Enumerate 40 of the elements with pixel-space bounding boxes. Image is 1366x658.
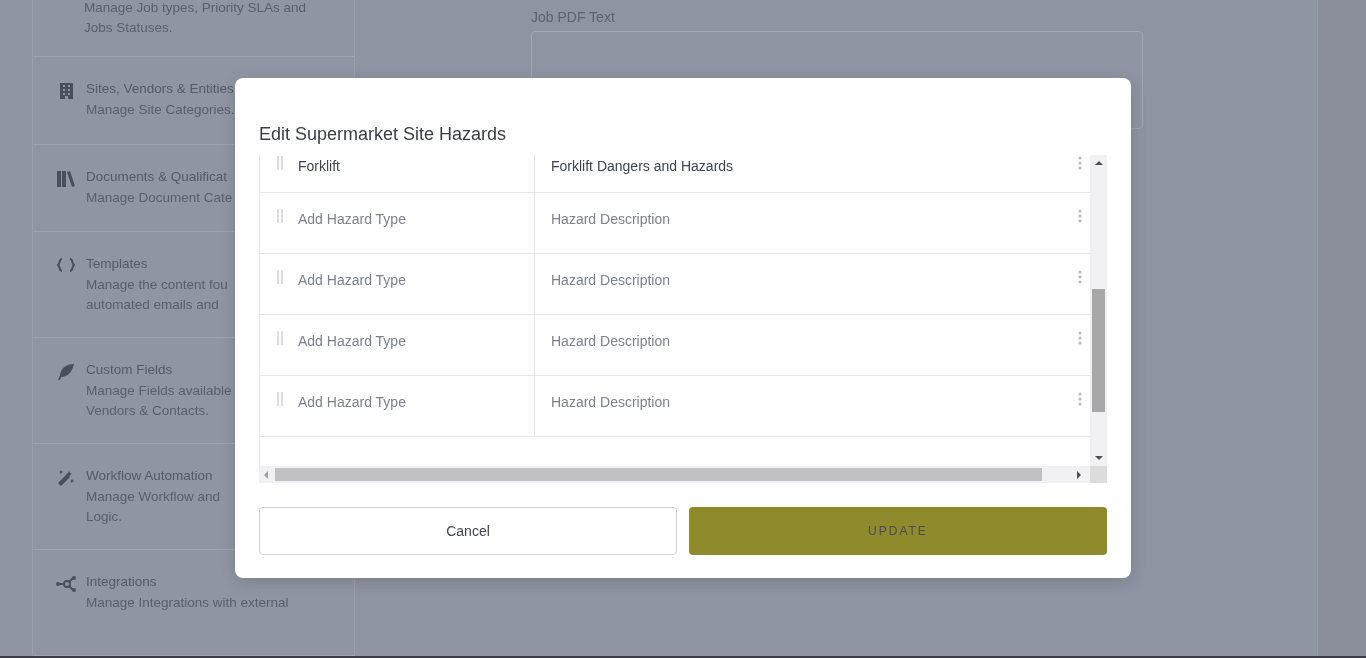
hazard-description-field[interactable]: Hazard Description xyxy=(551,331,1078,351)
hazard-type-field[interactable]: Add Hazard Type xyxy=(298,209,518,229)
more-icon[interactable] xyxy=(1078,270,1082,284)
drag-handle-icon[interactable] xyxy=(277,209,283,223)
scroll-down-icon[interactable] xyxy=(1094,455,1103,461)
drag-handle-icon[interactable] xyxy=(277,331,283,345)
settings-title[interactable]: Integrations xyxy=(86,574,289,589)
settings-title[interactable]: Workflow Automation xyxy=(86,468,221,484)
settings-title[interactable]: Documents & Qualificat xyxy=(86,168,233,184)
hazard-type-field[interactable]: Add Hazard Type xyxy=(298,392,518,412)
dialog-title: Edit Supermarket Site Hazards xyxy=(259,123,508,145)
cancel-button[interactable]: Cancel xyxy=(259,507,677,555)
more-icon[interactable] xyxy=(1078,209,1082,223)
drag-handle-icon[interactable] xyxy=(277,156,283,170)
more-icon[interactable] xyxy=(1078,331,1082,345)
hazard-description-field[interactable]: Hazard Description xyxy=(551,270,1078,290)
hazard-description-field[interactable]: Hazard Description xyxy=(551,209,1078,229)
hazard-description-field[interactable]: Hazard Description xyxy=(551,392,1078,412)
vertical-scrollbar[interactable] xyxy=(1090,155,1107,466)
network-icon xyxy=(56,576,76,592)
settings-title[interactable]: Templates xyxy=(86,256,228,272)
more-icon[interactable] xyxy=(1078,156,1082,170)
hazard-type-field[interactable]: Add Hazard Type xyxy=(298,331,518,351)
magic-wand-icon xyxy=(57,470,75,487)
drag-handle-icon[interactable] xyxy=(277,270,283,284)
braces-icon xyxy=(57,258,75,273)
building-icon xyxy=(59,82,73,99)
drag-handle-icon[interactable] xyxy=(277,392,283,406)
scrollbar-corner xyxy=(1090,466,1107,483)
hazard-type-field[interactable]: Add Hazard Type xyxy=(298,270,518,290)
feather-icon xyxy=(58,364,74,381)
more-icon[interactable] xyxy=(1078,392,1082,406)
settings-title[interactable]: Sites, Vendors & Entities xyxy=(86,80,235,96)
horizontal-scrollbar[interactable] xyxy=(259,466,1090,483)
settings-title[interactable]: Custom Fields xyxy=(86,362,232,378)
hazard-type-field[interactable]: Forklift xyxy=(298,156,518,176)
update-button[interactable]: UPDATE xyxy=(689,507,1107,555)
scroll-up-icon[interactable] xyxy=(1094,160,1103,166)
hazard-description-field[interactable]: Forklift Dangers and Hazards xyxy=(551,156,1078,176)
books-icon xyxy=(57,170,75,187)
